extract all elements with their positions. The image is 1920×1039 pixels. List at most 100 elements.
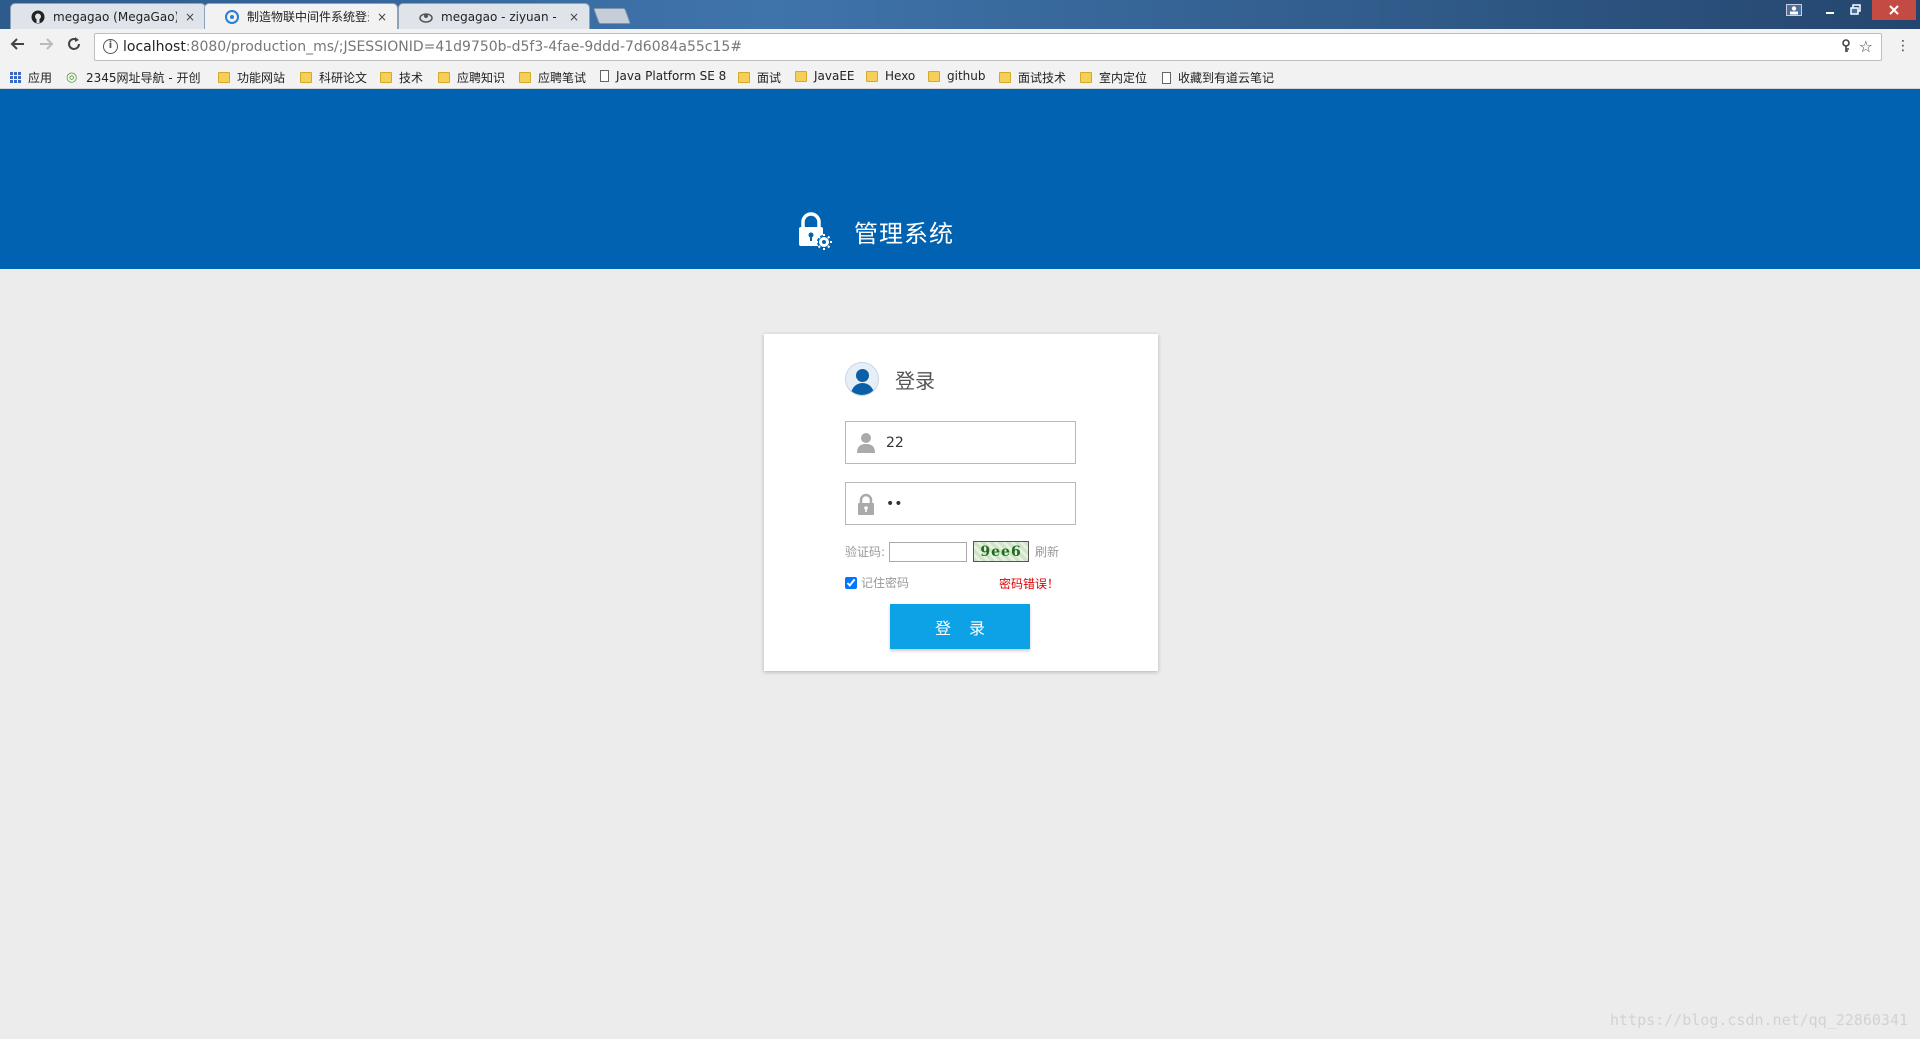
- bookmark-2345[interactable]: ◎ 2345网址导航 - 开创: [66, 69, 200, 86]
- bookmark-folder[interactable]: 应聘知识: [438, 69, 505, 86]
- bookmark-label: 技术: [399, 71, 424, 85]
- browser-titlebar: megagao (MegaGao) × 制造物联中间件系统登录 × megaga…: [0, 0, 1920, 29]
- new-tab-button[interactable]: [593, 8, 631, 24]
- apps-icon: [10, 72, 21, 83]
- bookmark-folder[interactable]: 面试: [738, 69, 781, 86]
- page-content: 管理系统 登录 验证码: 9ee6 刷新 记住密码: [0, 89, 1920, 1039]
- tab-github[interactable]: megagao (MegaGao) ×: [10, 3, 206, 29]
- tab-login[interactable]: 制造物联中间件系统登录 ×: [204, 3, 398, 29]
- close-icon[interactable]: ×: [569, 10, 579, 24]
- error-message: 密码错误！: [999, 577, 1060, 591]
- forward-arrow-icon[interactable]: [38, 36, 54, 57]
- bookmark-folder[interactable]: JavaEE: [795, 69, 855, 83]
- bookmark-label: github: [947, 69, 986, 83]
- bookmark-label: 2345网址导航 - 开创: [86, 71, 200, 85]
- folder-icon: [866, 70, 878, 82]
- folder-icon: [438, 72, 450, 83]
- chrome-page-icon: [225, 9, 239, 24]
- bookmark-folder[interactable]: 科研论文: [300, 69, 367, 86]
- watermark: https://blog.csdn.net/qq_22860341: [1609, 1011, 1908, 1029]
- username-field[interactable]: [845, 421, 1076, 464]
- folder-icon: [999, 72, 1011, 83]
- page-icon: [600, 70, 609, 82]
- minimize-icon[interactable]: [1816, 0, 1844, 20]
- folder-icon: [300, 72, 312, 83]
- bookmark-label: 面试技术: [1018, 71, 1067, 85]
- captcha-image[interactable]: 9ee6: [973, 541, 1030, 562]
- bookmark-label: 应聘笔试: [538, 71, 587, 85]
- bookmark-page[interactable]: Java Platform SE 8: [600, 69, 726, 83]
- bookmark-label: 功能网站: [237, 71, 286, 85]
- browser-toolbar: i localhost:8080/production_ms/;JSESSION…: [0, 29, 1920, 65]
- key-icon[interactable]: [1841, 39, 1851, 57]
- page-icon: [1162, 71, 1171, 84]
- login-header: 登录: [845, 362, 935, 396]
- close-icon[interactable]: ×: [185, 10, 195, 24]
- password-field[interactable]: [845, 482, 1076, 525]
- address-bar[interactable]: i localhost:8080/production_ms/;JSESSION…: [94, 33, 1882, 61]
- bookmark-label: 应用: [28, 71, 53, 85]
- bookmark-label: 面试: [757, 71, 782, 85]
- tab-label: megagao - ziyuan - Co: [441, 9, 561, 24]
- folder-icon: [218, 72, 230, 83]
- brand: 管理系统: [796, 212, 954, 250]
- menu-icon[interactable]: ⋮: [1896, 38, 1910, 54]
- header-banner: 管理系统: [0, 89, 1920, 269]
- folder-icon: [519, 72, 531, 83]
- remember-row: 记住密码: [845, 574, 909, 591]
- user-avatar-icon: [845, 362, 879, 396]
- restore-icon[interactable]: [1842, 0, 1870, 20]
- close-icon[interactable]: ×: [377, 10, 387, 24]
- bookmarks-bar: 应用 ◎ 2345网址导航 - 开创 功能网站 科研论文 技术 应聘知识 应聘笔…: [0, 65, 1920, 89]
- tab-label: megagao (MegaGao): [53, 9, 177, 24]
- folder-icon: [380, 72, 392, 83]
- bookmark-label: Hexo: [885, 69, 916, 83]
- folder-icon: [1080, 72, 1092, 83]
- refresh-captcha-link[interactable]: 刷新: [1035, 543, 1059, 560]
- password-input[interactable]: [886, 491, 1066, 517]
- globe-icon: ◎: [66, 69, 78, 85]
- url-text: localhost:8080/production_ms/;JSESSIONID…: [123, 39, 743, 55]
- login-card: 登录 验证码: 9ee6 刷新 记住密码 密码错误！ 登录: [764, 334, 1158, 671]
- lock-icon: [856, 493, 876, 515]
- close-window-icon[interactable]: [1872, 0, 1916, 20]
- user-icon: [856, 432, 876, 454]
- bookmark-star-icon[interactable]: ☆: [1859, 37, 1873, 56]
- remember-label: 记住密码: [861, 576, 910, 590]
- captcha-label: 验证码:: [845, 545, 886, 559]
- bookmark-label: 科研论文: [319, 71, 368, 85]
- bookmark-folder[interactable]: 面试技术: [999, 69, 1066, 86]
- cloud-icon: [419, 10, 433, 24]
- tab-ziyuan[interactable]: megagao - ziyuan - Co ×: [398, 3, 590, 29]
- back-arrow-icon[interactable]: [10, 36, 26, 57]
- tab-label: 制造物联中间件系统登录: [247, 10, 369, 24]
- user-profile-icon[interactable]: [1780, 0, 1808, 20]
- folder-icon: [928, 70, 940, 82]
- page-title: 管理系统: [854, 219, 954, 248]
- bookmark-label: Java Platform SE 8: [616, 69, 727, 83]
- login-button[interactable]: 登录: [890, 604, 1030, 649]
- bookmark-apps[interactable]: 应用: [10, 69, 52, 86]
- lock-gear-icon: [796, 212, 832, 250]
- bookmark-folder[interactable]: 技术: [380, 69, 423, 86]
- bookmark-folder[interactable]: Hexo: [866, 69, 915, 83]
- bookmark-folder[interactable]: 室内定位: [1080, 69, 1147, 86]
- bookmark-folder[interactable]: 功能网站: [218, 69, 285, 86]
- bookmark-folder[interactable]: github: [928, 69, 985, 83]
- bookmark-label: 室内定位: [1099, 71, 1148, 85]
- login-title: 登录: [895, 368, 935, 393]
- folder-icon: [738, 72, 750, 83]
- bookmark-label: 收藏到有道云笔记: [1178, 71, 1275, 85]
- folder-icon: [795, 70, 807, 82]
- bookmark-page[interactable]: 收藏到有道云笔记: [1162, 69, 1274, 86]
- bookmark-folder[interactable]: 应聘笔试: [519, 69, 586, 86]
- info-icon[interactable]: i: [103, 39, 118, 54]
- bookmark-label: JavaEE: [814, 69, 855, 83]
- captcha-input[interactable]: [889, 541, 968, 562]
- reload-icon[interactable]: [66, 36, 82, 57]
- username-input[interactable]: [886, 430, 1066, 456]
- bookmark-label: 应聘知识: [457, 71, 506, 85]
- captcha-row: 验证码: 9ee6 刷新: [845, 541, 1059, 562]
- github-icon: [31, 10, 45, 24]
- remember-checkbox[interactable]: [845, 576, 857, 589]
